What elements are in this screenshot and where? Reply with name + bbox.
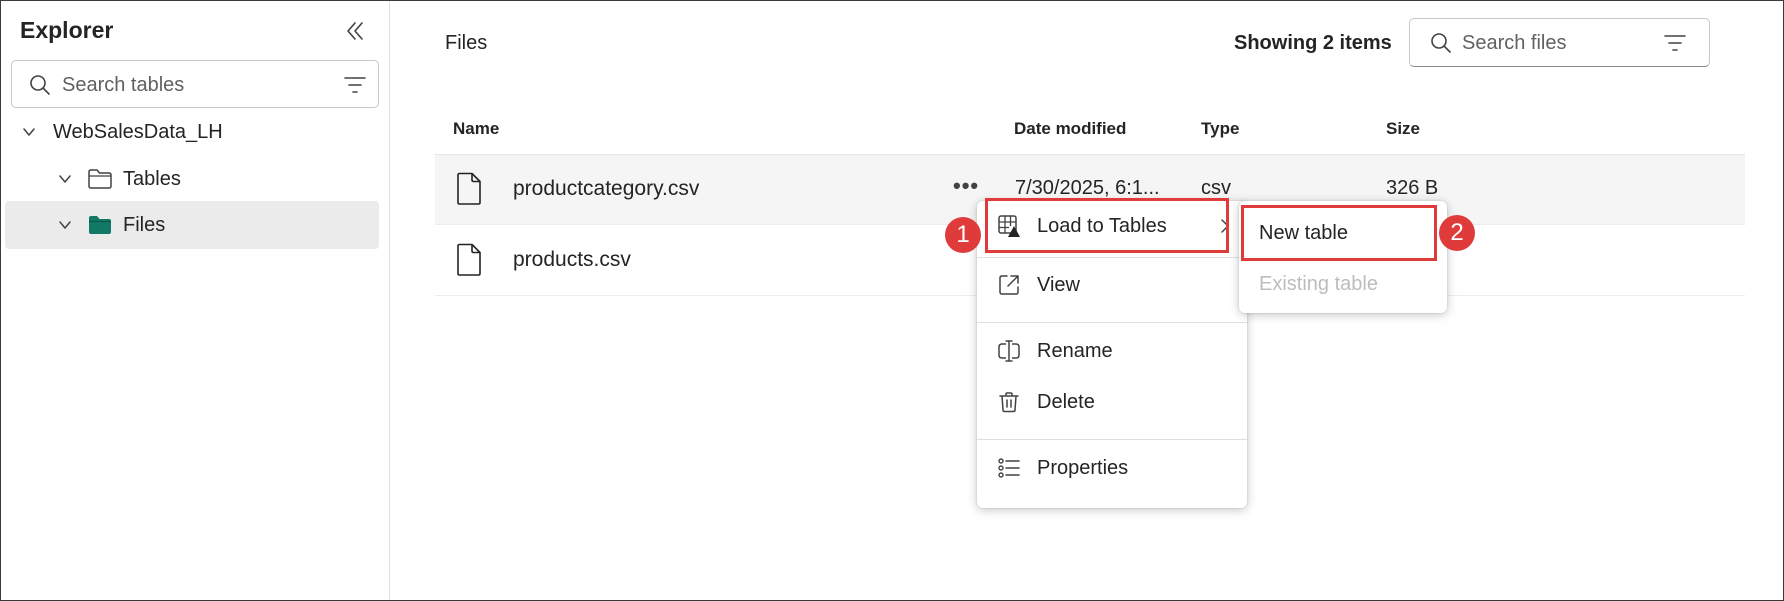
explorer-title: Explorer — [20, 17, 114, 43]
chevron-down-icon[interactable] — [57, 171, 73, 187]
trash-icon — [997, 390, 1021, 414]
tree-item-websalesdata-lh[interactable]: WebSalesData_LH — [5, 108, 379, 156]
file-icon — [455, 243, 483, 277]
properties-list-icon — [997, 456, 1021, 480]
chevron-down-icon[interactable] — [21, 124, 37, 140]
search-files-placeholder: Search files — [1462, 32, 1567, 54]
table-load-icon — [997, 214, 1021, 238]
item-count: Showing 2 items — [1234, 32, 1392, 54]
tree-item-files[interactable]: Files — [5, 201, 379, 249]
file-icon — [455, 172, 483, 206]
column-header-date-modified[interactable]: Date modified — [1014, 119, 1126, 139]
menu-item-label: View — [1037, 274, 1080, 296]
search-icon — [29, 74, 51, 96]
chevron-right-icon — [1217, 217, 1233, 235]
submenu-item-label: New table — [1259, 222, 1348, 244]
search-icon — [1430, 32, 1452, 54]
date-modified-cell: 7/30/2025, 6:1... — [1015, 177, 1160, 199]
search-files-input[interactable]: Search files — [1409, 18, 1710, 67]
size-cell: 326 B — [1386, 177, 1439, 199]
submenu-item-label: Existing table — [1259, 273, 1378, 295]
search-tables-input[interactable]: Search tables — [11, 60, 379, 108]
chevron-down-icon[interactable] — [57, 217, 73, 233]
menu-item-load-to-tables[interactable]: Load to Tables — [983, 203, 1241, 249]
column-header-size[interactable]: Size — [1386, 119, 1420, 139]
tree-item-tables[interactable]: Tables — [5, 155, 379, 203]
filter-icon[interactable] — [1664, 33, 1686, 53]
callout-badge-1: 1 — [945, 217, 981, 253]
tree-item-label: Files — [123, 214, 166, 236]
type-cell: csv — [1201, 177, 1231, 199]
context-menu: Load to Tables View Rename Delete Proper… — [977, 201, 1247, 508]
collapse-sidebar-icon[interactable] — [342, 18, 368, 44]
menu-item-label: Rename — [1037, 340, 1113, 362]
file-name[interactable]: productcategory.csv — [513, 177, 699, 201]
menu-item-rename[interactable]: Rename — [983, 328, 1241, 374]
filter-icon[interactable] — [344, 75, 366, 95]
menu-item-delete[interactable]: Delete — [983, 379, 1241, 425]
menu-item-label: Properties — [1037, 457, 1129, 479]
column-header-type[interactable]: Type — [1201, 119, 1239, 139]
column-header-name[interactable]: Name — [453, 119, 499, 139]
explorer-sidebar: Explorer Search tables WebSalesData_LH T… — [1, 1, 390, 600]
more-options-icon[interactable]: ••• — [953, 173, 983, 198]
menu-item-label: Delete — [1037, 391, 1095, 413]
open-external-icon — [997, 273, 1021, 297]
menu-divider — [977, 257, 1247, 258]
folder-outline-icon — [87, 167, 113, 191]
submenu-item-new-table[interactable]: New table — [1245, 210, 1441, 256]
submenu-item-existing-table: Existing table — [1245, 261, 1441, 307]
app-window: Explorer Search tables WebSalesData_LH T… — [0, 0, 1784, 601]
rename-icon — [997, 339, 1021, 363]
menu-divider — [977, 322, 1247, 323]
search-tables-placeholder: Search tables — [62, 74, 185, 96]
menu-divider — [977, 439, 1247, 440]
menu-item-properties[interactable]: Properties — [983, 445, 1241, 491]
menu-item-label: Load to Tables — [1037, 215, 1167, 237]
file-name[interactable]: products.csv — [513, 248, 631, 272]
folder-filled-icon — [87, 213, 113, 237]
tree-item-label: WebSalesData_LH — [53, 121, 223, 143]
load-to-tables-submenu: New table Existing table — [1239, 201, 1447, 313]
callout-badge-2: 2 — [1439, 215, 1475, 251]
menu-item-view[interactable]: View — [983, 262, 1241, 308]
tree-item-label: Tables — [123, 168, 181, 190]
page-title: Files — [445, 32, 488, 54]
